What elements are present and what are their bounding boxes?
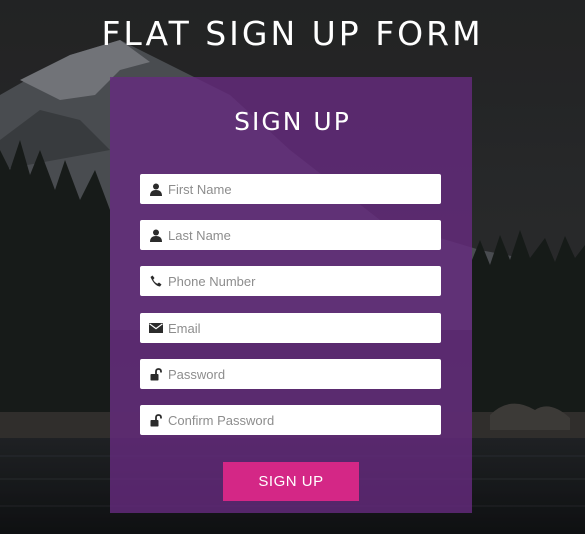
email-input[interactable]	[168, 314, 428, 342]
last-name-input[interactable]	[168, 221, 428, 249]
phone-number-input[interactable]	[168, 267, 428, 295]
unlock-icon	[149, 413, 163, 427]
form-title: SIGN UP	[234, 107, 351, 136]
last-name-field[interactable]	[140, 220, 441, 250]
confirm-password-field[interactable]	[140, 405, 441, 435]
sign-up-button[interactable]: SIGN UP	[223, 462, 359, 501]
first-name-field[interactable]	[140, 174, 441, 204]
password-field[interactable]	[140, 359, 441, 389]
confirm-password-input[interactable]	[168, 406, 428, 434]
email-field[interactable]	[140, 313, 441, 343]
user-icon	[149, 182, 163, 196]
page-title: FLAT SIGN UP FORM	[101, 14, 484, 53]
phone-icon	[149, 274, 163, 288]
unlock-icon	[149, 367, 163, 381]
envelope-icon	[149, 321, 163, 335]
user-icon	[149, 228, 163, 242]
password-input[interactable]	[168, 360, 428, 388]
phone-number-field[interactable]	[140, 266, 441, 296]
first-name-input[interactable]	[168, 175, 428, 203]
